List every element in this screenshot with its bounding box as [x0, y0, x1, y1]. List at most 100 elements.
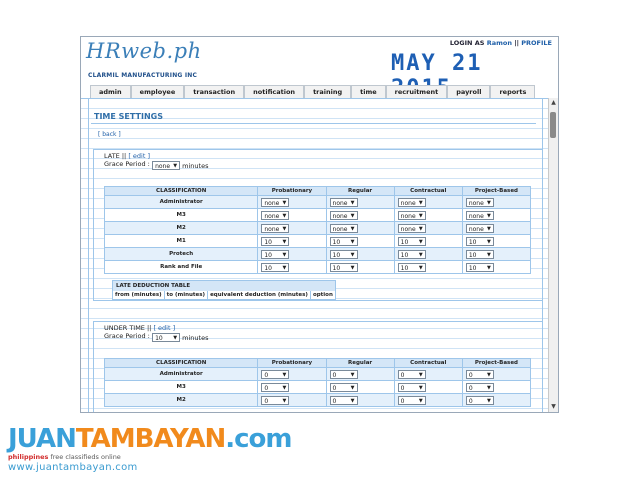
- minutes-select[interactable]: 10 ▼: [329, 262, 358, 272]
- classification-cell: M2: [103, 393, 259, 407]
- minutes-select[interactable]: 0 ▼: [397, 369, 426, 379]
- chevron-down-icon: ▼: [282, 397, 287, 404]
- column-header: Probationary: [257, 358, 327, 368]
- value-cell: none ▼: [393, 208, 463, 222]
- minutes-select[interactable]: 0 ▼: [329, 395, 358, 405]
- minutes-select[interactable]: 0 ▼: [465, 395, 494, 405]
- minutes-select[interactable]: none ▼: [397, 210, 426, 220]
- undertime-edit-link[interactable]: [ edit ]: [153, 324, 175, 332]
- chevron-down-icon: ▼: [350, 199, 355, 206]
- minutes-select[interactable]: 0 ▼: [329, 382, 358, 392]
- minutes-select[interactable]: 10 ▼: [261, 236, 290, 246]
- chevron-down-icon: ▼: [486, 397, 491, 404]
- minutes-select[interactable]: none ▼: [465, 223, 494, 233]
- value-cell: 10 ▼: [393, 260, 463, 274]
- app-window: HRweb.ph CLARMIL MANUFACTURING INC LOGIN…: [80, 36, 559, 413]
- column-header: Probationary: [257, 186, 327, 196]
- select-value: 10: [400, 238, 409, 246]
- value-cell: 0 ▼: [257, 393, 327, 407]
- nav-tab-time[interactable]: time: [351, 85, 386, 98]
- minutes-select[interactable]: 0 ▼: [329, 369, 358, 379]
- minutes-select[interactable]: 0 ▼: [465, 369, 494, 379]
- minutes-select[interactable]: 10 ▼: [329, 236, 358, 246]
- content-left-rule: [88, 99, 89, 412]
- nav-tab-notification[interactable]: notification: [244, 85, 305, 98]
- select-value: 0: [400, 384, 405, 392]
- nav-tab-reports[interactable]: reports: [490, 85, 536, 98]
- minutes-select[interactable]: 10 ▼: [397, 236, 426, 246]
- chevron-down-icon: ▼: [350, 371, 355, 378]
- chevron-down-icon: ▼: [418, 225, 423, 232]
- page-title: TIME SETTINGS: [94, 112, 163, 121]
- select-value: none: [332, 225, 348, 233]
- select-value: 10: [468, 251, 477, 259]
- minutes-select[interactable]: none ▼: [261, 197, 290, 207]
- chevron-down-icon: ▼: [486, 199, 491, 206]
- minutes-select[interactable]: none ▼: [329, 223, 358, 233]
- column-header: CLASSIFICATION: [103, 358, 259, 368]
- logo[interactable]: HRweb.ph: [86, 39, 202, 63]
- minutes-select[interactable]: none ▼: [329, 197, 358, 207]
- grace-period-label: Grace Period :: [104, 160, 150, 168]
- minutes-select[interactable]: 0 ▼: [465, 382, 494, 392]
- column-header: Project-Based: [461, 186, 532, 196]
- minutes-select[interactable]: none ▼: [465, 210, 494, 220]
- nav-tab-transaction[interactable]: transaction: [184, 85, 245, 98]
- minutes-select[interactable]: none ▼: [397, 223, 426, 233]
- value-cell: 10 ▼: [461, 247, 532, 261]
- nav-tab-training[interactable]: training: [304, 85, 352, 98]
- classification-cell: M2: [103, 221, 259, 235]
- minutes-select[interactable]: 0 ▼: [397, 382, 426, 392]
- user-name[interactable]: Ramon: [487, 39, 512, 47]
- column-header: Project-Based: [461, 358, 532, 368]
- value-cell: 0 ▼: [325, 380, 395, 394]
- table-header-row: CLASSIFICATION Probationary Regular Contrac…: [103, 358, 532, 368]
- select-value: none: [264, 225, 280, 233]
- select-value: 10: [332, 251, 341, 259]
- minutes-select[interactable]: 10 ▼: [465, 249, 494, 259]
- header: HRweb.ph CLARMIL MANUFACTURING INC LOGIN…: [81, 37, 558, 101]
- scroll-down-icon[interactable]: ▼: [550, 403, 557, 410]
- back-link[interactable]: [ back ]: [98, 131, 121, 138]
- minutes-select[interactable]: 10 ▼: [397, 249, 426, 259]
- minutes-select[interactable]: none ▼: [465, 197, 494, 207]
- chevron-down-icon: ▼: [418, 251, 423, 258]
- late-title: LATE ||: [104, 152, 127, 160]
- chevron-down-icon: ▼: [173, 335, 178, 341]
- minutes-select[interactable]: 10 ▼: [465, 262, 494, 272]
- minutes-select[interactable]: 10 ▼: [329, 249, 358, 259]
- undertime-grace-select[interactable]: 10 ▼: [152, 333, 181, 342]
- minutes-select[interactable]: 10 ▼: [397, 262, 426, 272]
- late-grace-select[interactable]: none ▼: [152, 161, 181, 170]
- minutes-select[interactable]: 0 ▼: [261, 369, 290, 379]
- undertime-grace-period: Grace Period : 10 ▼ minutes: [104, 333, 208, 342]
- value-cell: 0 ▼: [393, 393, 463, 407]
- minutes-select[interactable]: 0 ▼: [261, 395, 290, 405]
- late-section: LATE || [ edit ] Grace Period : none ▼ mi…: [93, 149, 543, 301]
- minutes-select[interactable]: none ▼: [329, 210, 358, 220]
- minutes-select[interactable]: none ▼: [261, 210, 290, 220]
- chevron-down-icon: ▼: [350, 264, 355, 271]
- vertical-scrollbar[interactable]: ▲ ▼: [548, 98, 558, 412]
- table-row: M3 0 ▼ 0 ▼ 0 ▼ 0 ▼: [103, 380, 532, 394]
- classification-cell: M3: [103, 380, 259, 394]
- minutes-select[interactable]: none ▼: [397, 197, 426, 207]
- minutes-select[interactable]: 10 ▼: [261, 249, 290, 259]
- nav-tab-employee[interactable]: employee: [130, 85, 185, 98]
- select-value: none: [468, 225, 484, 233]
- select-value: 10: [468, 238, 477, 246]
- value-cell: none ▼: [325, 195, 395, 209]
- minutes-select[interactable]: none ▼: [261, 223, 290, 233]
- minutes-select[interactable]: 0 ▼: [261, 382, 290, 392]
- nav-tab-recruitment[interactable]: recruitment: [385, 85, 448, 98]
- scroll-up-icon[interactable]: ▲: [550, 99, 557, 106]
- nav-tab-admin[interactable]: admin: [90, 85, 131, 98]
- value-cell: none ▼: [461, 221, 532, 235]
- late-edit-link[interactable]: [ edit ]: [128, 152, 150, 160]
- minutes-select[interactable]: 10 ▼: [261, 262, 290, 272]
- scroll-thumb[interactable]: [550, 112, 556, 138]
- nav-tab-payroll[interactable]: payroll: [447, 85, 491, 98]
- minutes-select[interactable]: 0 ▼: [397, 395, 426, 405]
- minutes-select[interactable]: 10 ▼: [465, 236, 494, 246]
- profile-link[interactable]: PROFILE: [521, 39, 552, 47]
